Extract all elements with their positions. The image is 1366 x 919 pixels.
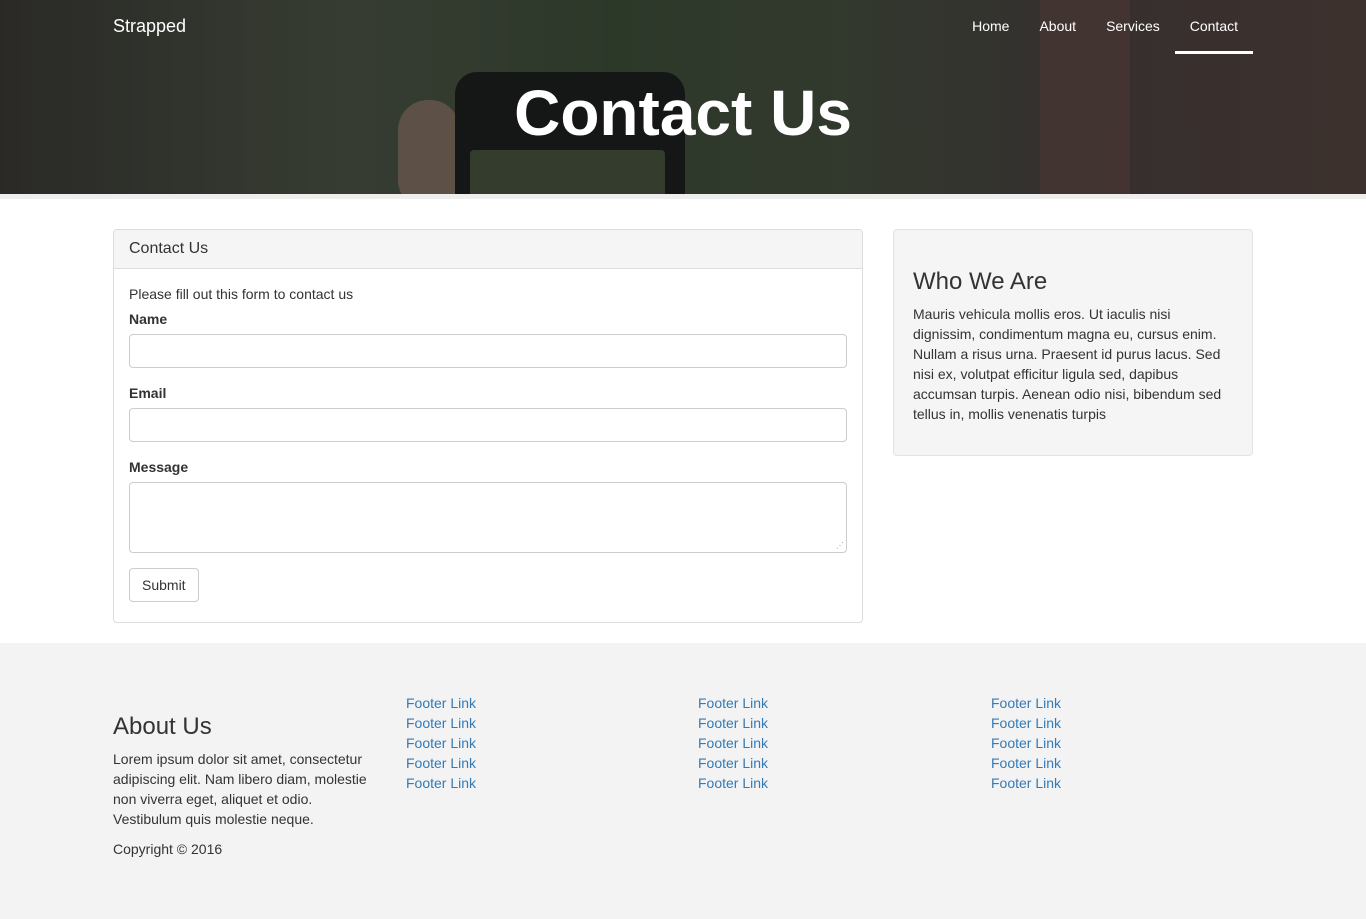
contact-panel-heading: Contact Us [114, 230, 862, 269]
footer-link[interactable]: Footer Link [991, 713, 1061, 733]
footer-about-title: About Us [113, 713, 212, 740]
footer-link[interactable]: Footer Link [698, 773, 768, 793]
hero-banner: Strapped Home About Services Contact Con… [0, 0, 1366, 194]
footer-link[interactable]: Footer Link [406, 773, 476, 793]
message-textarea[interactable]: ⋰ [129, 482, 847, 553]
form-intro-text: Please fill out this form to contact us [129, 286, 354, 302]
message-label: Message [129, 459, 189, 475]
submit-button[interactable]: Submit [129, 568, 199, 602]
contact-panel-body: Please fill out this form to contact us … [114, 269, 862, 617]
page-title: Contact Us [514, 77, 852, 149]
footer-link[interactable]: Footer Link [991, 693, 1061, 713]
footer-link-column-2: Footer Link Footer Link Footer Link Foot… [698, 693, 768, 793]
contact-form-panel: Contact Us Please fill out this form to … [113, 229, 863, 623]
footer-link[interactable]: Footer Link [698, 693, 768, 713]
nav-home[interactable]: Home [957, 0, 1024, 54]
who-we-are-title: Who We Are [913, 268, 1048, 295]
name-label: Name [129, 311, 168, 327]
footer-link[interactable]: Footer Link [698, 713, 768, 733]
nav-contact[interactable]: Contact [1174, 0, 1254, 54]
email-input[interactable] [129, 408, 847, 442]
name-input[interactable] [129, 334, 847, 368]
nav-about[interactable]: About [1024, 0, 1091, 54]
footer-about: About Us Lorem ipsum dolor sit amet, con… [113, 713, 375, 869]
who-we-are-card: Who We Are Mauris vehicula mollis eros. … [893, 229, 1253, 456]
footer-link[interactable]: Footer Link [406, 693, 476, 713]
who-we-are-text: Mauris vehicula mollis eros. Ut iaculis … [913, 306, 1222, 422]
footer-link[interactable]: Footer Link [698, 753, 768, 773]
footer-link[interactable]: Footer Link [991, 733, 1061, 753]
site-footer: About Us Lorem ipsum dolor sit amet, con… [0, 643, 1366, 919]
footer-link[interactable]: Footer Link [406, 753, 476, 773]
brand-logo-link[interactable]: Strapped [113, 16, 186, 37]
footer-link-column-3: Footer Link Footer Link Footer Link Foot… [991, 693, 1061, 793]
email-label: Email [129, 385, 167, 401]
footer-link[interactable]: Footer Link [991, 753, 1061, 773]
footer-link[interactable]: Footer Link [406, 713, 476, 733]
resize-grip-icon[interactable]: ⋰ [836, 542, 844, 550]
footer-link[interactable]: Footer Link [698, 733, 768, 753]
copyright-text: Copyright © 2016 [113, 841, 223, 857]
main-nav: Home About Services Contact [957, 0, 1254, 54]
footer-link[interactable]: Footer Link [991, 773, 1061, 793]
main-content: Contact Us Please fill out this form to … [0, 199, 1366, 643]
footer-link[interactable]: Footer Link [406, 733, 476, 753]
footer-about-text: Lorem ipsum dolor sit amet, consectetur … [113, 751, 367, 827]
nav-services[interactable]: Services [1091, 0, 1175, 54]
footer-link-column-1: Footer Link Footer Link Footer Link Foot… [406, 693, 476, 793]
